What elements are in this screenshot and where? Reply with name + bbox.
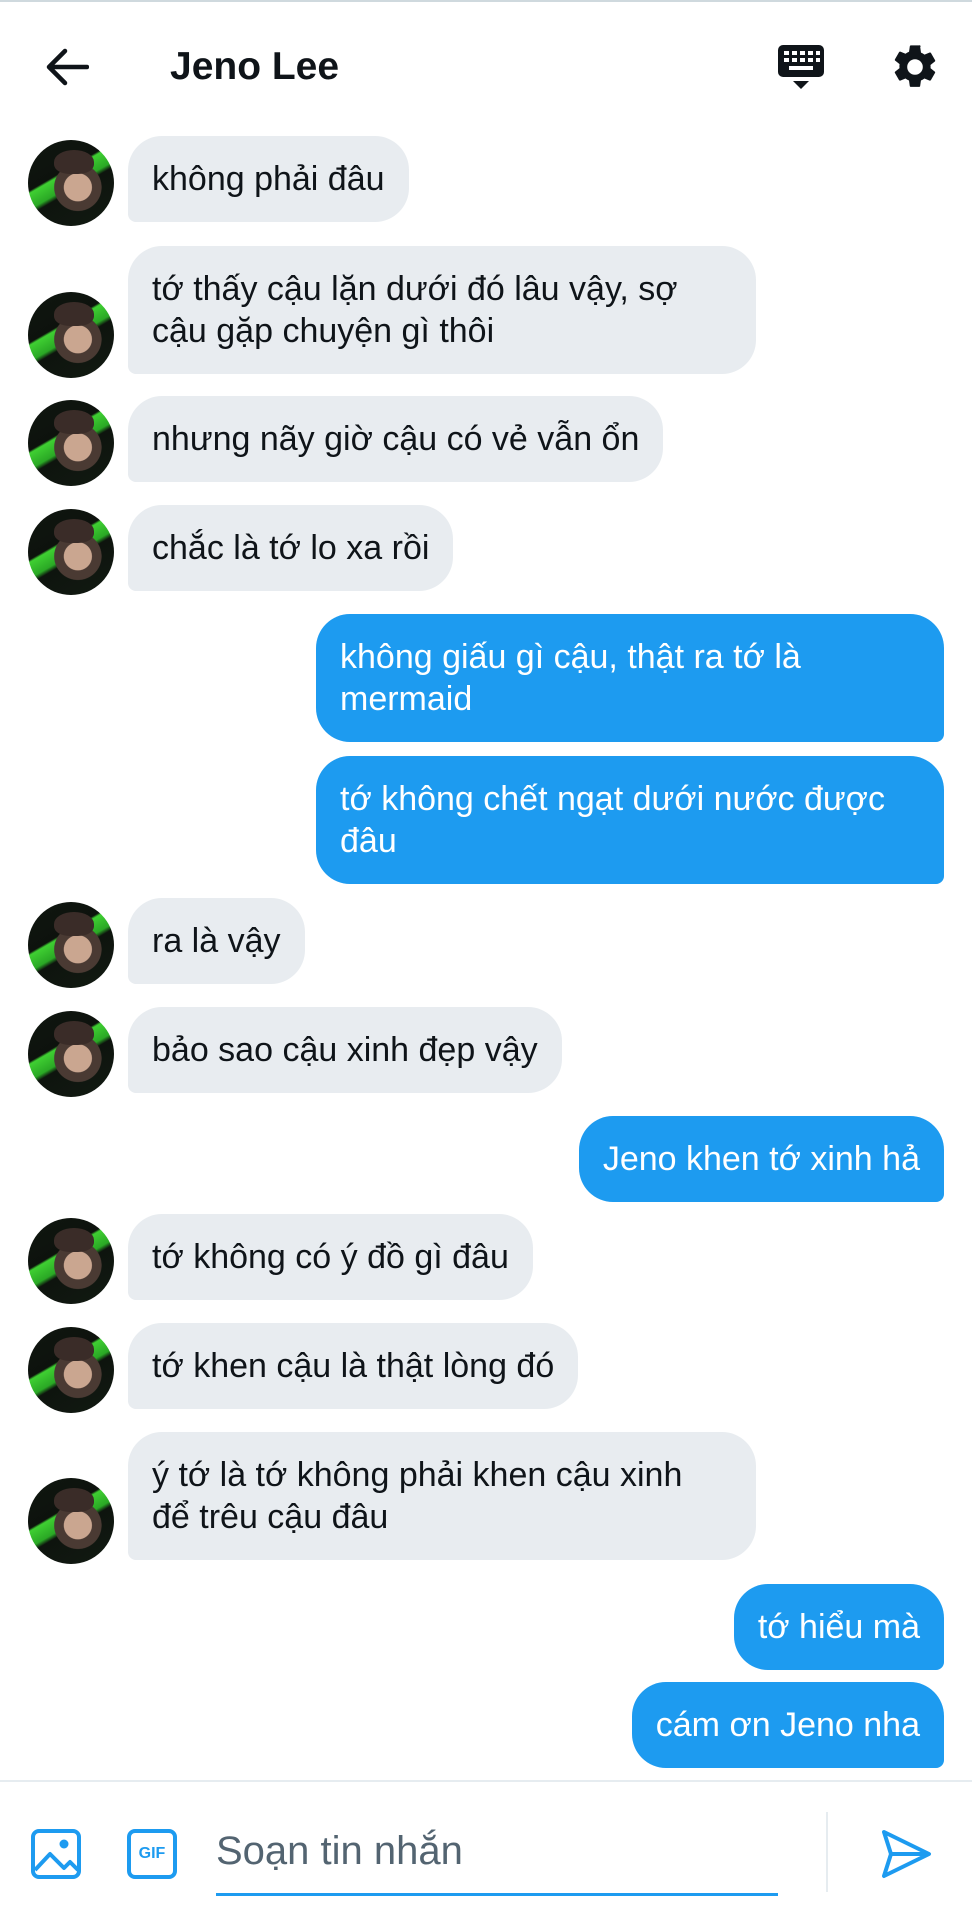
send-button[interactable] [874, 1822, 938, 1886]
message-bubble-outgoing[interactable]: tớ hiểu mà [733, 1584, 944, 1670]
keyboard-shortcuts-button[interactable] [768, 34, 834, 100]
back-button[interactable] [36, 36, 98, 98]
avatar[interactable] [28, 400, 114, 486]
message-bubble-incoming[interactable]: ý tớ là tớ không phải khen cậu xinh để t… [128, 1432, 756, 1560]
message-row: ý tớ là tớ không phải khen cậu xinh để t… [0, 1432, 972, 1564]
message-row: ra là vậy [0, 898, 972, 988]
message-input-wrapper [216, 1810, 778, 1896]
composer-divider [826, 1812, 828, 1892]
message-bubble-incoming[interactable]: chắc là tớ lo xa rồi [128, 505, 454, 591]
message-input[interactable] [216, 1810, 778, 1893]
message-list: không phải đâu tớ thấy cậu lặn dưới đó l… [0, 128, 972, 1778]
add-image-button[interactable] [28, 1826, 84, 1882]
gear-icon [894, 45, 936, 87]
arrow-left-icon [46, 48, 89, 86]
message-bubble-outgoing[interactable]: Jeno khen tớ xinh hả [578, 1116, 944, 1202]
avatar[interactable] [28, 140, 114, 226]
avatar[interactable] [28, 1218, 114, 1304]
message-composer: GIF [0, 1780, 972, 1920]
gif-label: GIF [138, 1845, 166, 1862]
message-row: tớ thấy cậu lặn dưới đó lâu vậy, sợ cậu … [0, 246, 972, 378]
message-bubble-outgoing[interactable]: cám ơn Jeno nha [631, 1682, 944, 1768]
message-bubble-incoming[interactable]: bảo sao cậu xinh đẹp vậy [128, 1007, 562, 1093]
message-bubble-outgoing[interactable]: không giấu gì cậu, thật ra tớ là mermaid [316, 614, 944, 742]
message-row: bảo sao cậu xinh đẹp vậy [0, 1007, 972, 1097]
message-row: tớ hiểu mà [0, 1584, 972, 1674]
keyboard-icon [778, 45, 824, 89]
message-bubble-incoming[interactable]: tớ không có ý đồ gì đâu [128, 1214, 533, 1300]
message-bubble-outgoing[interactable]: tớ không chết ngạt dưới nước được đâu [316, 756, 944, 884]
message-row: tớ khen cậu là thật lòng đó [0, 1323, 972, 1413]
message-bubble-incoming[interactable]: nhưng nãy giờ cậu có vẻ vẫn ổn [128, 396, 664, 482]
image-icon [31, 1829, 81, 1879]
avatar[interactable] [28, 1011, 114, 1097]
add-gif-button[interactable]: GIF [124, 1826, 180, 1882]
send-icon [882, 1830, 931, 1878]
message-row: tớ không chết ngạt dưới nước được đâu [0, 756, 972, 888]
avatar[interactable] [28, 1327, 114, 1413]
settings-button[interactable] [882, 34, 948, 100]
message-bubble-incoming[interactable]: tớ thấy cậu lặn dưới đó lâu vậy, sợ cậu … [128, 246, 756, 374]
avatar[interactable] [28, 902, 114, 988]
conversation-title[interactable]: Jeno Lee [170, 42, 339, 92]
avatar[interactable] [28, 509, 114, 595]
message-row: tớ không có ý đồ gì đâu [0, 1214, 972, 1304]
message-row: Jeno khen tớ xinh hả [0, 1116, 972, 1206]
conversation-header: Jeno Lee [0, 2, 972, 128]
message-row: không phải đâu [0, 136, 972, 226]
message-row: nhưng nãy giờ cậu có vẻ vẫn ổn [0, 396, 972, 486]
message-row: chắc là tớ lo xa rồi [0, 505, 972, 595]
message-bubble-incoming[interactable]: tớ khen cậu là thật lòng đó [128, 1323, 579, 1409]
avatar[interactable] [28, 292, 114, 378]
avatar[interactable] [28, 1478, 114, 1564]
message-bubble-incoming[interactable]: không phải đâu [128, 136, 409, 222]
message-bubble-incoming[interactable]: ra là vậy [128, 898, 305, 984]
message-row: cám ơn Jeno nha [0, 1682, 972, 1772]
message-row: không giấu gì cậu, thật ra tớ là mermaid [0, 614, 972, 746]
